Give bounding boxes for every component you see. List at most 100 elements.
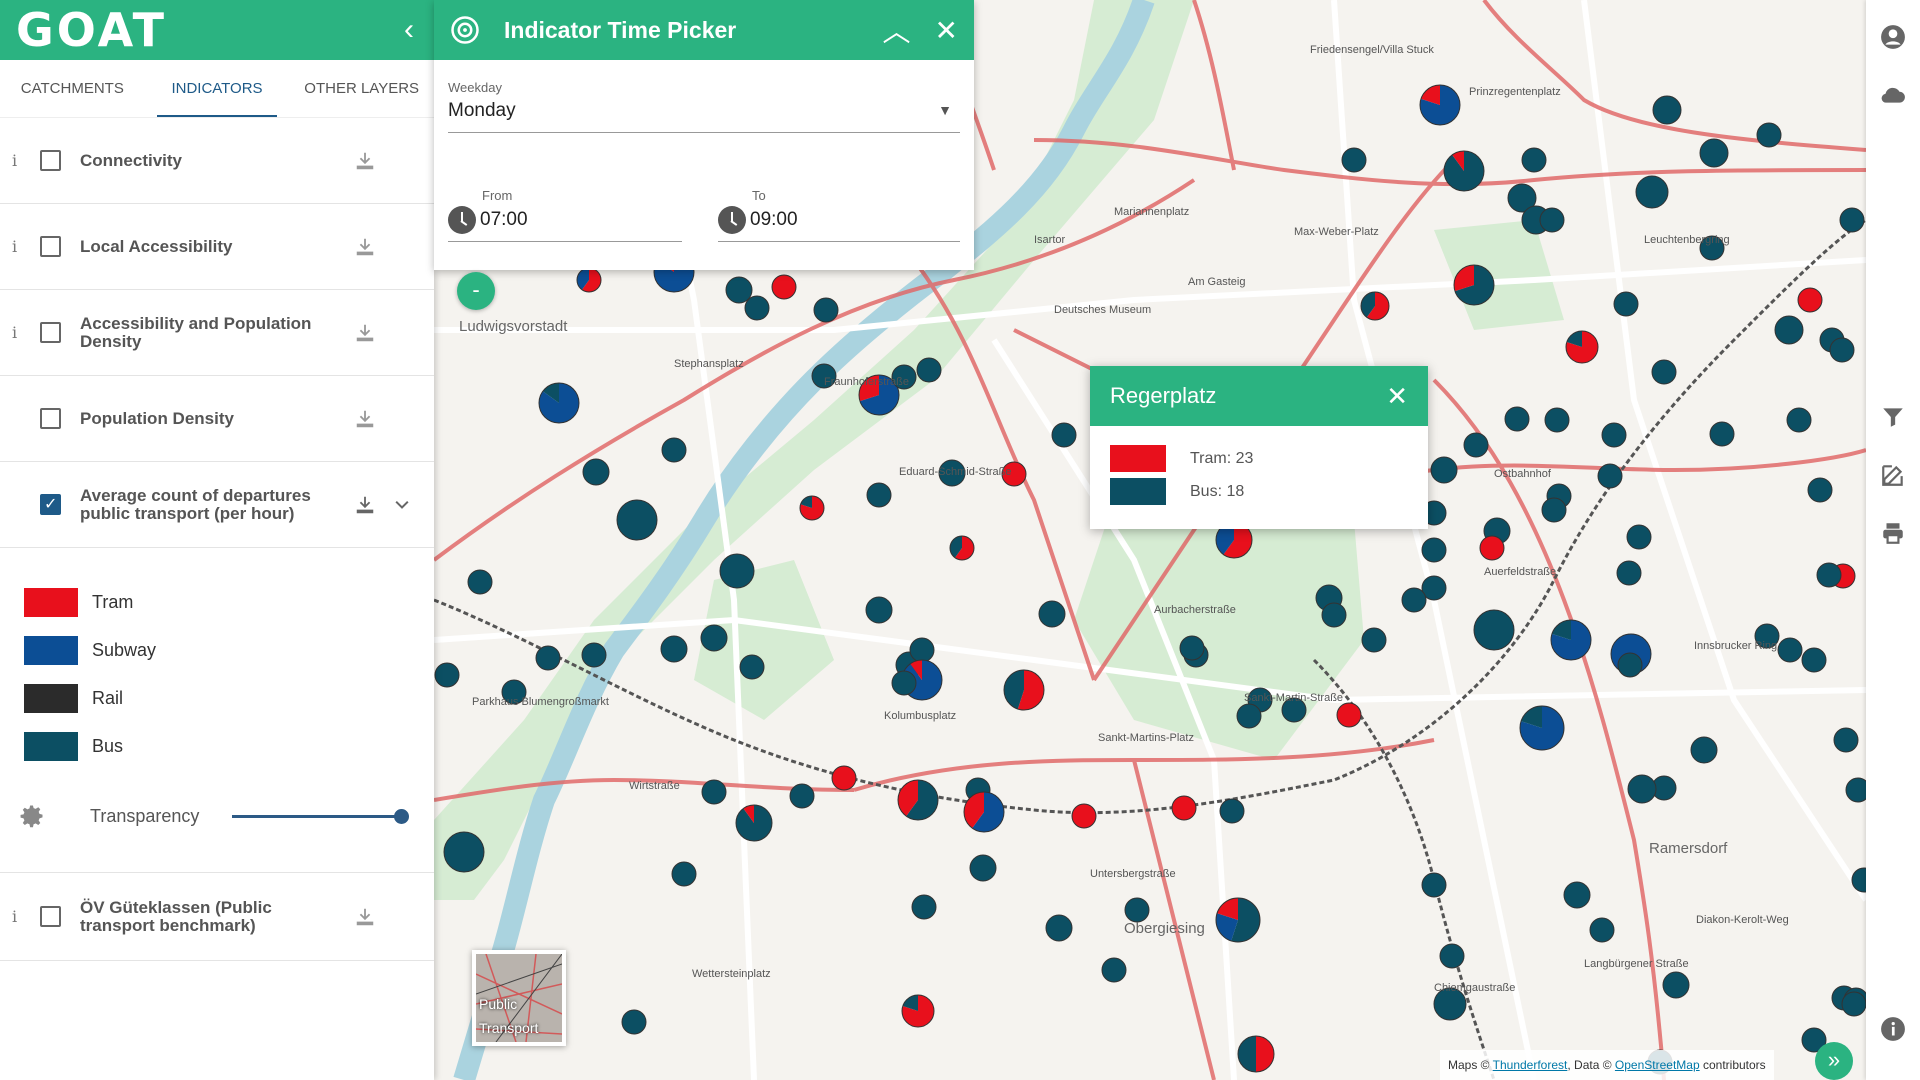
layer-checkbox[interactable] [40, 236, 61, 257]
stop-pie-marker[interactable] [1101, 957, 1127, 983]
stop-pie-marker[interactable] [1038, 600, 1066, 628]
stop-pie-marker[interactable] [771, 274, 797, 300]
stop-pie-marker[interactable] [1219, 798, 1245, 824]
stop-pie-marker[interactable] [1401, 587, 1427, 613]
layer-checkbox[interactable] [40, 494, 61, 515]
stop-pie-marker[interactable] [1801, 647, 1827, 673]
stop-pie-marker[interactable] [1565, 330, 1599, 364]
info-icon[interactable] [1880, 1016, 1906, 1042]
stop-pie-marker[interactable] [909, 637, 935, 663]
stop-pie-marker[interactable] [1613, 291, 1639, 317]
stop-pie-marker[interactable] [1463, 432, 1489, 458]
stop-pie-marker[interactable] [1786, 407, 1812, 433]
stop-pie-marker[interactable] [1215, 897, 1261, 943]
stop-pie-marker[interactable] [1777, 637, 1803, 663]
stop-pie-marker[interactable] [700, 624, 728, 652]
stop-pie-marker[interactable] [866, 482, 892, 508]
download-icon[interactable] [354, 236, 376, 258]
from-time-field[interactable]: 07:00 [448, 206, 682, 242]
stop-pie-marker[interactable] [1171, 795, 1197, 821]
stop-pie-marker[interactable] [467, 569, 493, 595]
stop-pie-marker[interactable] [911, 894, 937, 920]
stop-pie-marker[interactable] [434, 662, 460, 688]
stop-pie-marker[interactable] [1652, 95, 1682, 125]
stop-pie-marker[interactable] [1563, 881, 1591, 909]
stop-pie-marker[interactable] [901, 994, 935, 1028]
zoom-out-button[interactable]: - [457, 272, 495, 310]
stop-pie-marker[interactable] [744, 295, 770, 321]
stop-pie-marker[interactable] [1479, 535, 1505, 561]
stop-pie-marker[interactable] [1003, 669, 1045, 711]
layer-checkbox[interactable] [40, 408, 61, 429]
stop-pie-marker[interactable] [1699, 138, 1729, 168]
stop-pie-marker[interactable] [813, 297, 839, 323]
download-icon[interactable] [354, 150, 376, 172]
stop-pie-marker[interactable] [739, 654, 765, 680]
dropdown-arrow-icon[interactable]: ▼ [938, 102, 952, 118]
stop-pie-marker[interactable] [1841, 991, 1866, 1017]
stop-pie-marker[interactable] [1504, 406, 1530, 432]
stop-pie-marker[interactable] [1635, 175, 1669, 209]
stop-pie-marker[interactable] [1360, 291, 1390, 321]
chevron-left-icon[interactable]: ‹ [404, 13, 414, 47]
stop-pie-marker[interactable] [1851, 867, 1866, 893]
stop-pie-marker[interactable] [1662, 971, 1690, 999]
layer-checkbox[interactable] [40, 906, 61, 927]
stop-pie-marker[interactable] [1051, 422, 1077, 448]
layer-checkbox[interactable] [40, 322, 61, 343]
stop-pie-marker[interactable] [1421, 537, 1447, 563]
download-icon[interactable] [354, 906, 376, 928]
stop-pie-marker[interactable] [789, 783, 815, 809]
stop-pie-marker[interactable] [1539, 207, 1565, 233]
stop-pie-marker[interactable] [582, 458, 610, 486]
stop-pie-marker[interactable] [616, 499, 658, 541]
stop-pie-marker[interactable] [1419, 84, 1461, 126]
stop-pie-marker[interactable] [1124, 897, 1150, 923]
stop-pie-marker[interactable] [735, 804, 773, 842]
cloud-icon[interactable] [1880, 82, 1906, 108]
stop-pie-marker[interactable] [1829, 337, 1855, 363]
stop-pie-marker[interactable] [660, 635, 688, 663]
stop-pie-marker[interactable] [1845, 777, 1866, 803]
stop-pie-marker[interactable] [1179, 635, 1205, 661]
to-time-field[interactable]: 09:00 [718, 206, 960, 242]
stop-pie-marker[interactable] [1839, 207, 1865, 233]
stop-pie-marker[interactable] [799, 495, 825, 521]
filter-icon[interactable] [1880, 404, 1906, 430]
stop-pie-marker[interactable] [443, 831, 485, 873]
info-icon[interactable]: i [12, 151, 17, 170]
stop-pie-marker[interactable] [1473, 609, 1515, 651]
stop-pie-marker[interactable] [1550, 619, 1592, 661]
stop-pie-marker[interactable] [1336, 702, 1362, 728]
stop-pie-marker[interactable] [1626, 524, 1652, 550]
stop-pie-marker[interactable] [671, 861, 697, 887]
stop-pie-marker[interactable] [1430, 456, 1458, 484]
stop-pie-marker[interactable] [621, 1009, 647, 1035]
stop-pie-marker[interactable] [865, 596, 893, 624]
chevron-down-icon[interactable] [392, 495, 412, 515]
stop-pie-marker[interactable] [1833, 727, 1859, 753]
download-icon[interactable] [354, 322, 376, 344]
edit-icon[interactable] [1880, 462, 1906, 488]
info-icon[interactable]: i [12, 237, 17, 256]
stop-pie-marker[interactable] [831, 765, 857, 791]
layer-checkbox[interactable] [40, 150, 61, 171]
stop-pie-marker[interactable] [1439, 943, 1465, 969]
basemap-thumbnail[interactable]: Public Transport [476, 954, 562, 1042]
stop-pie-marker[interactable] [1321, 602, 1347, 628]
stop-pie-marker[interactable] [1589, 917, 1615, 943]
stop-pie-marker[interactable] [1236, 703, 1262, 729]
thunderforest-link[interactable]: Thunderforest [1493, 1058, 1568, 1072]
stop-pie-marker[interactable] [1544, 407, 1570, 433]
stop-pie-marker[interactable] [719, 553, 755, 589]
stop-pie-marker[interactable] [1045, 914, 1073, 942]
stop-pie-marker[interactable] [1756, 122, 1782, 148]
stop-pie-marker[interactable] [581, 642, 607, 668]
info-icon[interactable]: i [12, 907, 17, 926]
close-icon[interactable]: ✕ [935, 14, 958, 47]
stop-pie-marker[interactable] [1617, 652, 1643, 678]
stop-pie-marker[interactable] [1071, 803, 1097, 829]
stop-pie-marker[interactable] [701, 779, 727, 805]
stop-pie-marker[interactable] [1443, 150, 1485, 192]
download-icon[interactable] [354, 408, 376, 430]
